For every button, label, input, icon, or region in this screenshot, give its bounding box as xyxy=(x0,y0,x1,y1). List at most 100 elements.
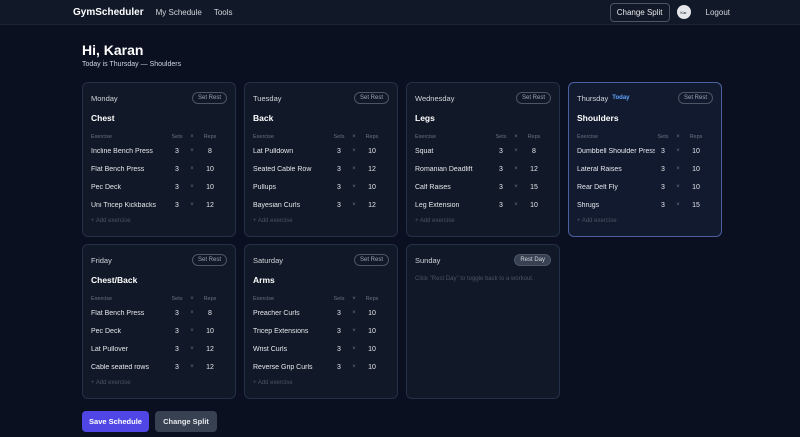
exercise-row[interactable]: Shrugs 3 × 15 xyxy=(577,196,713,214)
exercise-sets[interactable]: 3 xyxy=(493,184,509,191)
exercise-name[interactable]: Calf Raises xyxy=(415,184,493,191)
exercise-row[interactable]: Cable seated rows 3 × 12 xyxy=(91,358,227,376)
exercise-row[interactable]: Leg Extension 3 × 10 xyxy=(415,196,551,214)
exercise-name[interactable]: Lat Pullover xyxy=(91,346,169,353)
add-exercise-link[interactable]: + Add exercise xyxy=(91,218,227,224)
exercise-name[interactable]: Shrugs xyxy=(577,202,655,209)
set-rest-button[interactable]: Set Rest xyxy=(191,254,227,266)
exercise-sets[interactable]: 3 xyxy=(655,166,671,173)
exercise-row[interactable]: Wrist Curls 3 × 10 xyxy=(253,340,389,358)
exercise-row[interactable]: Calf Raises 3 × 15 xyxy=(415,178,551,196)
exercise-sets[interactable]: 3 xyxy=(331,364,347,371)
exercise-row[interactable]: Lateral Raises 3 × 10 xyxy=(577,160,713,178)
exercise-row[interactable]: Pullups 3 × 10 xyxy=(253,178,389,196)
exercise-row[interactable]: Squat 3 × 8 xyxy=(415,142,551,160)
exercise-row[interactable]: Incline Bench Press 3 × 8 xyxy=(91,142,227,160)
nav-link-tools[interactable]: Tools xyxy=(214,8,233,17)
exercise-name[interactable]: Tricep Extensions xyxy=(253,328,331,335)
exercise-row[interactable]: Tricep Extensions 3 × 10 xyxy=(253,322,389,340)
exercise-reps[interactable]: 10 xyxy=(361,310,383,317)
exercise-sets[interactable]: 3 xyxy=(493,166,509,173)
exercise-sets[interactable]: 3 xyxy=(493,148,509,155)
exercise-reps[interactable]: 10 xyxy=(361,148,383,155)
exercise-reps[interactable]: 10 xyxy=(361,364,383,371)
exercise-name[interactable]: Wrist Curls xyxy=(253,346,331,353)
exercise-sets[interactable]: 3 xyxy=(169,310,185,317)
exercise-name[interactable]: Pec Deck xyxy=(91,328,169,335)
exercise-name[interactable]: Pec Deck xyxy=(91,184,169,191)
exercise-reps[interactable]: 12 xyxy=(361,166,383,173)
exercise-reps[interactable]: 12 xyxy=(199,202,221,209)
exercise-name[interactable]: Rear Delt Fly xyxy=(577,184,655,191)
exercise-sets[interactable]: 3 xyxy=(655,184,671,191)
exercise-row[interactable]: Bayesian Curls 3 × 12 xyxy=(253,196,389,214)
exercise-name[interactable]: Seated Cable Row xyxy=(253,166,331,173)
exercise-sets[interactable]: 3 xyxy=(169,364,185,371)
set-rest-button[interactable]: Set Rest xyxy=(677,92,713,104)
exercise-row[interactable]: Reverse Grip Curls 3 × 10 xyxy=(253,358,389,376)
exercise-reps[interactable]: 10 xyxy=(199,328,221,335)
exercise-reps[interactable]: 8 xyxy=(199,310,221,317)
exercise-reps[interactable]: 15 xyxy=(523,184,545,191)
exercise-sets[interactable]: 3 xyxy=(331,310,347,317)
split-name[interactable]: Back xyxy=(253,113,389,125)
exercise-name[interactable]: Uni Tricep Kickbacks xyxy=(91,202,169,209)
exercise-name[interactable]: Flat Bench Press xyxy=(91,166,169,173)
rest-day-button[interactable]: Rest Day xyxy=(514,254,551,266)
exercise-sets[interactable]: 3 xyxy=(169,328,185,335)
exercise-reps[interactable]: 12 xyxy=(523,166,545,173)
exercise-row[interactable]: Lat Pulldown 3 × 10 xyxy=(253,142,389,160)
exercise-sets[interactable]: 3 xyxy=(169,202,185,209)
exercise-sets[interactable]: 3 xyxy=(331,148,347,155)
exercise-row[interactable]: Uni Tricep Kickbacks 3 × 12 xyxy=(91,196,227,214)
set-rest-button[interactable]: Set Rest xyxy=(515,92,551,104)
save-schedule-button[interactable]: Save Schedule xyxy=(82,411,149,432)
exercise-reps[interactable]: 10 xyxy=(199,166,221,173)
exercise-reps[interactable]: 15 xyxy=(685,202,707,209)
exercise-row[interactable]: Lat Pullover 3 × 12 xyxy=(91,340,227,358)
exercise-reps[interactable]: 10 xyxy=(685,148,707,155)
exercise-sets[interactable]: 3 xyxy=(331,328,347,335)
exercise-reps[interactable]: 10 xyxy=(361,184,383,191)
change-split-button[interactable]: Change Split xyxy=(155,411,217,432)
exercise-row[interactable]: Preacher Curls 3 × 10 xyxy=(253,304,389,322)
exercise-reps[interactable]: 10 xyxy=(685,184,707,191)
exercise-reps[interactable]: 12 xyxy=(199,346,221,353)
exercise-reps[interactable]: 8 xyxy=(523,148,545,155)
exercise-sets[interactable]: 3 xyxy=(493,202,509,209)
exercise-name[interactable]: Lat Pulldown xyxy=(253,148,331,155)
set-rest-button[interactable]: Set Rest xyxy=(353,92,389,104)
exercise-reps[interactable]: 12 xyxy=(361,202,383,209)
add-exercise-link[interactable]: + Add exercise xyxy=(91,380,227,386)
exercise-reps[interactable]: 8 xyxy=(199,148,221,155)
exercise-row[interactable]: Romanian Deadlift 3 × 12 xyxy=(415,160,551,178)
exercise-name[interactable]: Reverse Grip Curls xyxy=(253,364,331,371)
exercise-name[interactable]: Lateral Raises xyxy=(577,166,655,173)
exercise-reps[interactable]: 10 xyxy=(361,328,383,335)
nav-link-my-schedule[interactable]: My Schedule xyxy=(156,8,202,17)
add-exercise-link[interactable]: + Add exercise xyxy=(253,218,389,224)
logout-link[interactable]: Logout xyxy=(706,8,730,17)
exercise-sets[interactable]: 3 xyxy=(169,166,185,173)
exercise-row[interactable]: Flat Bench Press 3 × 10 xyxy=(91,160,227,178)
exercise-reps[interactable]: 10 xyxy=(685,166,707,173)
exercise-sets[interactable]: 3 xyxy=(331,184,347,191)
exercise-reps[interactable]: 10 xyxy=(361,346,383,353)
add-exercise-link[interactable]: + Add exercise xyxy=(577,218,713,224)
exercise-sets[interactable]: 3 xyxy=(169,148,185,155)
exercise-sets[interactable]: 3 xyxy=(655,202,671,209)
exercise-sets[interactable]: 3 xyxy=(655,148,671,155)
set-rest-button[interactable]: Set Rest xyxy=(191,92,227,104)
set-rest-button[interactable]: Set Rest xyxy=(353,254,389,266)
split-name[interactable]: Chest xyxy=(91,113,227,125)
exercise-reps[interactable]: 10 xyxy=(199,184,221,191)
add-exercise-link[interactable]: + Add exercise xyxy=(253,380,389,386)
exercise-row[interactable]: Flat Bench Press 3 × 8 xyxy=(91,304,227,322)
exercise-reps[interactable]: 10 xyxy=(523,202,545,209)
exercise-name[interactable]: Bayesian Curls xyxy=(253,202,331,209)
exercise-name[interactable]: Flat Bench Press xyxy=(91,310,169,317)
split-name[interactable]: Chest/Back xyxy=(91,275,227,287)
exercise-reps[interactable]: 12 xyxy=(199,364,221,371)
avatar[interactable]: Kar xyxy=(676,5,691,19)
exercise-row[interactable]: Pec Deck 3 × 10 xyxy=(91,322,227,340)
